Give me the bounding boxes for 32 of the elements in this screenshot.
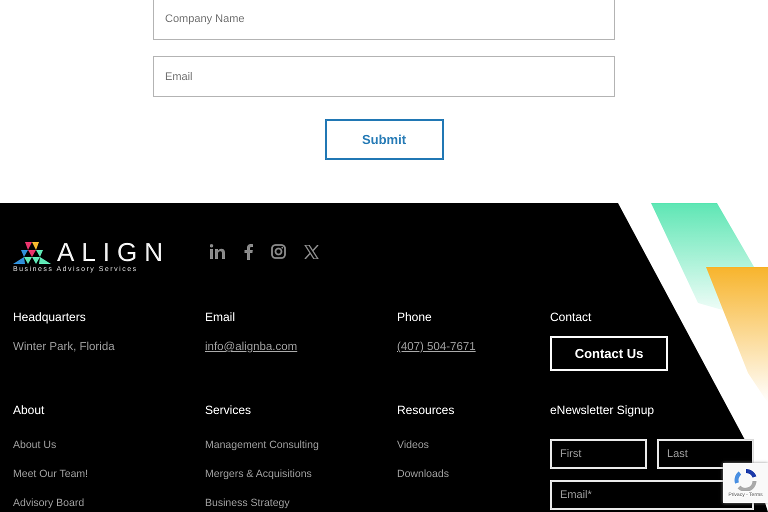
column-heading: About [13, 403, 44, 417]
instagram-icon[interactable] [271, 244, 286, 259]
footer-link[interactable]: Advisory Board [13, 497, 84, 510]
x-icon[interactable] [304, 244, 320, 258]
text-field[interactable]: Company Name [153, 0, 615, 40]
last-name-field[interactable]: Last [657, 439, 754, 469]
first-name-field[interactable]: First [550, 439, 647, 469]
footer-link[interactable]: Business Strategy [205, 497, 290, 510]
footer-link[interactable]: Meet Our Team! [13, 468, 88, 481]
column-heading: Resources [397, 403, 454, 417]
footer-link[interactable]: Mergers & Acquisitions [205, 468, 312, 481]
contact-link[interactable]: (407) 504-7671 [397, 341, 476, 353]
facebook-icon[interactable] [244, 244, 254, 260]
text-field[interactable]: Email [153, 56, 615, 97]
footer-link[interactable]: About Us [13, 439, 56, 452]
footer-link[interactable]: Videos [397, 439, 429, 452]
recaptcha-icon [734, 468, 758, 490]
contact-us-button[interactable]: Contact Us [550, 336, 668, 371]
column-heading: Phone [397, 310, 432, 324]
contact-link[interactable]: info@alignba.com [205, 341, 298, 353]
linkedin-icon[interactable] [210, 244, 226, 259]
logo-wordmark: ALIGN [57, 240, 170, 264]
submit-button[interactable]: Submit [324, 119, 444, 160]
location-text: Winter Park, Florida [13, 341, 115, 353]
column-heading: Contact [550, 310, 592, 324]
column-heading: Headquarters [13, 310, 86, 324]
column-heading: Email [205, 310, 236, 324]
footer-link[interactable]: Management Consulting [205, 439, 319, 452]
column-heading: eNewsletter Signup [550, 403, 654, 417]
column-heading: Services [205, 403, 252, 417]
footer-link[interactable]: Downloads [397, 468, 449, 481]
logo-icon [13, 242, 51, 264]
